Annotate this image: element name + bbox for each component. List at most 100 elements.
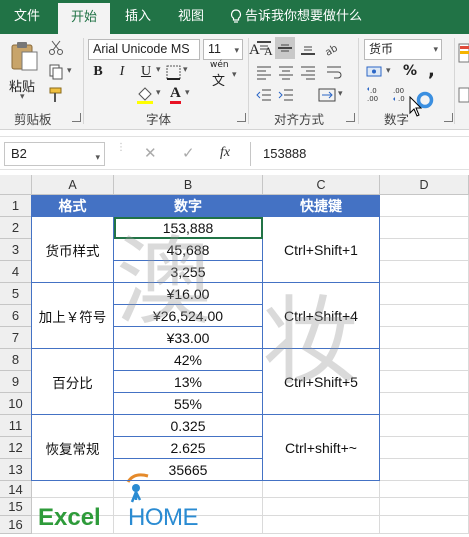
accounting-format-icon[interactable] xyxy=(366,64,384,80)
format-painter-icon[interactable] xyxy=(48,87,64,103)
number-cell[interactable]: 0.325 xyxy=(114,415,263,437)
insert-function-button[interactable]: fx xyxy=(220,145,230,161)
worksheet-grid[interactable]: A B C D 1 2 3 4 5 6 7 8 9 10 11 12 13 14 15 16 格式 数字 快捷键 货币样式 15… xyxy=(0,175,469,537)
underline-dropdown-icon[interactable]: ▾ xyxy=(156,65,161,75)
bold-button[interactable]: B xyxy=(90,63,106,81)
accounting-dropdown-icon[interactable]: ▾ xyxy=(386,66,391,76)
number-cell[interactable]: ¥26,524.00 xyxy=(114,305,263,327)
shortcut-cell[interactable]: Ctrl+Shift+4 xyxy=(263,283,380,349)
align-top-icon[interactable] xyxy=(256,40,272,56)
enter-button[interactable]: ✓ xyxy=(182,144,195,162)
shortcut-cell[interactable]: Ctrl+Shift+1 xyxy=(263,217,380,283)
row-header-3[interactable]: 3 xyxy=(0,239,32,261)
row-header-5[interactable]: 5 xyxy=(0,283,32,305)
tab-insert[interactable]: 插入 xyxy=(114,0,162,34)
row-header-2[interactable]: 2 xyxy=(0,217,32,239)
formula-input[interactable]: 153888 xyxy=(250,142,469,166)
paste-button[interactable]: 粘贴 ▾ xyxy=(6,40,42,102)
font-size-select[interactable]: 11 ▾ xyxy=(203,39,243,60)
row-header-16[interactable]: 16 xyxy=(0,516,32,534)
tab-file[interactable]: 文件 xyxy=(2,0,52,34)
copy-dropdown-icon[interactable]: ▾ xyxy=(67,66,72,76)
alignment-launcher-icon[interactable] xyxy=(346,113,355,122)
number-cell[interactable]: 55% xyxy=(114,393,263,415)
number-cell[interactable]: 42% xyxy=(114,349,263,371)
row-header-7[interactable]: 7 xyxy=(0,327,32,349)
select-all-corner[interactable] xyxy=(0,175,32,195)
table-header-format[interactable]: 格式 xyxy=(32,195,114,217)
format-cell[interactable]: 百分比 xyxy=(32,349,114,415)
number-cell[interactable]: 3,255 xyxy=(114,261,263,283)
column-header-a[interactable]: A xyxy=(32,175,114,195)
align-bottom-icon[interactable] xyxy=(300,40,316,56)
increase-decimal-icon[interactable]: .0.00 xyxy=(366,85,390,103)
underline-button[interactable]: U xyxy=(138,63,154,81)
row-header-1[interactable]: 1 xyxy=(0,195,32,217)
row-header-15[interactable]: 15 xyxy=(0,498,32,516)
font-name-select[interactable]: Arial Unicode MS xyxy=(88,39,200,60)
align-left-icon[interactable] xyxy=(256,64,272,80)
fill-color-dropdown-icon[interactable]: ▾ xyxy=(156,88,161,98)
number-cell[interactable]: 2.625 xyxy=(114,437,263,459)
comma-style-button[interactable]: , xyxy=(428,60,435,81)
row-header-10[interactable]: 10 xyxy=(0,393,32,415)
row-header-11[interactable]: 11 xyxy=(0,415,32,437)
merge-center-icon[interactable] xyxy=(318,87,336,103)
row-header-14[interactable]: 14 xyxy=(0,481,32,498)
merge-dropdown-icon[interactable]: ▾ xyxy=(338,89,343,99)
format-cell[interactable]: 恢复常规 xyxy=(32,415,114,481)
number-cell[interactable]: ¥16.00 xyxy=(114,283,263,305)
clipboard-launcher-icon[interactable] xyxy=(72,113,81,122)
row-header-9[interactable]: 9 xyxy=(0,371,32,393)
increase-indent-icon[interactable] xyxy=(278,87,294,103)
number-cell[interactable]: 13% xyxy=(114,371,263,393)
row-header-6[interactable]: 6 xyxy=(0,305,32,327)
number-format-select[interactable]: 货币 ▾ xyxy=(364,39,442,60)
number-launcher-icon[interactable] xyxy=(444,113,453,122)
fill-color-icon[interactable] xyxy=(136,86,154,104)
cancel-button[interactable]: ✕ xyxy=(144,144,157,162)
border-dropdown-icon[interactable]: ▾ xyxy=(183,65,188,75)
table-header-shortcut[interactable]: 快捷键 xyxy=(263,195,380,217)
orientation-icon[interactable]: ab xyxy=(324,40,342,56)
decrease-indent-icon[interactable] xyxy=(256,87,272,103)
phonetic-guide-button[interactable]: 文 xyxy=(212,70,225,89)
table-header-number[interactable]: 数字 xyxy=(114,195,263,217)
tab-home[interactable]: 开始 xyxy=(58,3,110,34)
number-cell[interactable]: 153,888 xyxy=(114,217,263,239)
percent-style-button[interactable]: % xyxy=(403,63,417,79)
tab-view[interactable]: 视图 xyxy=(168,0,214,34)
cell-styles-icon[interactable] xyxy=(458,86,469,104)
border-icon[interactable] xyxy=(166,65,181,80)
align-middle-button[interactable] xyxy=(275,37,295,59)
align-middle-icon xyxy=(278,44,292,52)
conditional-format-icon[interactable] xyxy=(458,42,469,64)
italic-button[interactable]: I xyxy=(114,63,130,81)
paste-dropdown-icon[interactable]: ▾ xyxy=(20,92,25,102)
font-color-dropdown-icon[interactable]: ▾ xyxy=(185,88,190,98)
row-header-4[interactable]: 4 xyxy=(0,261,32,283)
font-launcher-icon[interactable] xyxy=(237,113,246,122)
cut-icon[interactable] xyxy=(48,40,64,56)
align-right-icon[interactable] xyxy=(300,64,316,80)
shortcut-cell[interactable]: Ctrl+Shift+5 xyxy=(263,349,380,415)
wrap-text-icon[interactable] xyxy=(326,64,342,80)
format-cell[interactable]: 加上￥符号 xyxy=(32,283,114,349)
number-cell[interactable]: 45,688 xyxy=(114,239,263,261)
tell-me-search[interactable]: 告诉我你想要做什么 xyxy=(230,0,362,34)
copy-icon[interactable] xyxy=(48,64,64,80)
row-header-13[interactable]: 13 xyxy=(0,459,32,481)
name-box[interactable]: B2 ▾ xyxy=(4,142,105,166)
number-cell[interactable]: ¥33.00 xyxy=(114,327,263,349)
column-header-d[interactable]: D xyxy=(380,175,469,195)
phonetic-dropdown-icon[interactable]: ▾ xyxy=(232,70,237,80)
align-center-icon[interactable] xyxy=(278,64,294,80)
excelhome-logo: Excel HOME xyxy=(38,473,199,536)
row-header-12[interactable]: 12 xyxy=(0,437,32,459)
row-header-8[interactable]: 8 xyxy=(0,349,32,371)
column-header-c[interactable]: C xyxy=(263,175,380,195)
font-color-button[interactable]: A xyxy=(170,85,181,104)
shortcut-cell[interactable]: Ctrl+shift+~ xyxy=(263,415,380,481)
format-cell[interactable]: 货币样式 xyxy=(32,217,114,283)
column-header-b[interactable]: B xyxy=(114,175,263,195)
